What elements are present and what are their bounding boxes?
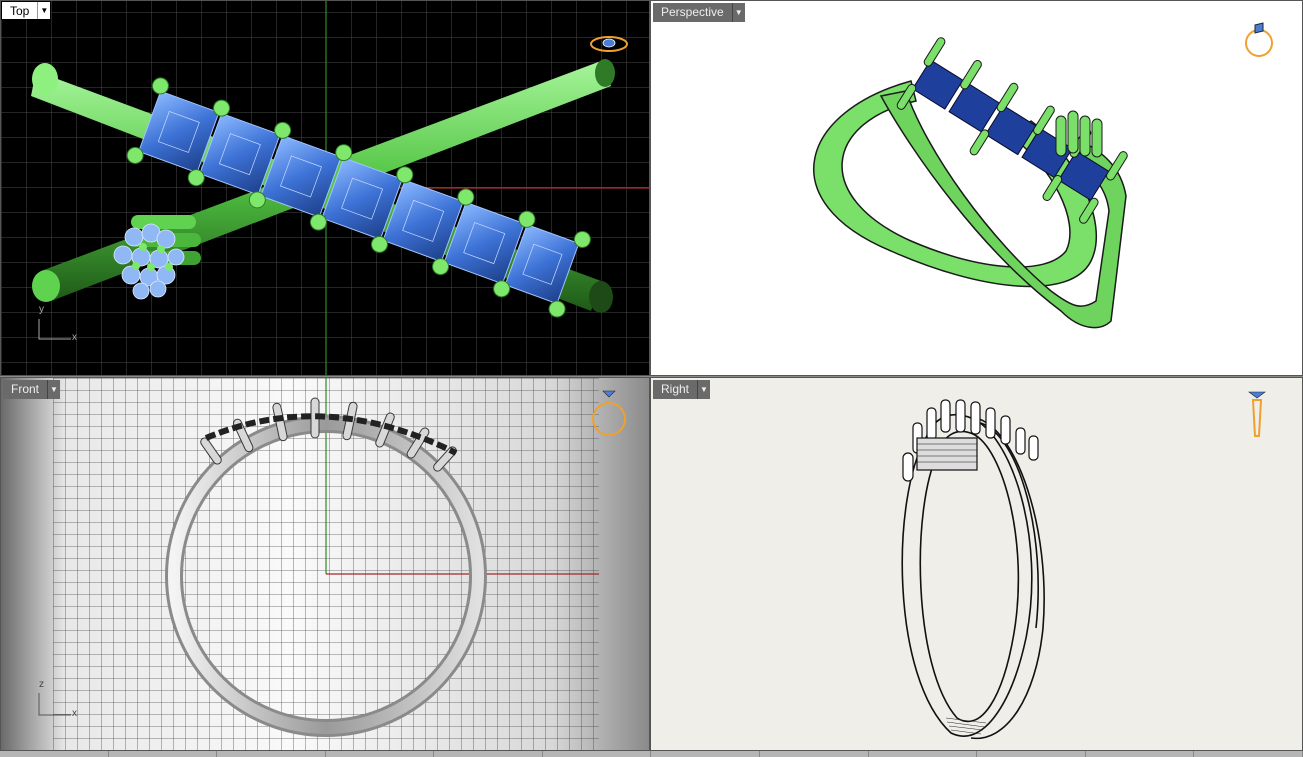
viewport-tab-front[interactable]: Front ▼ (3, 380, 61, 399)
viewport-tab-right[interactable]: Right ▼ (653, 380, 711, 399)
axis-label-y: y (39, 304, 44, 315)
ring-right-view-icon (1248, 391, 1266, 437)
front-view-scene (38, 378, 599, 750)
axis-label-x: x (72, 708, 77, 719)
viewport-front[interactable]: Front ▼ z x (0, 377, 650, 751)
viewport-title: Top (10, 4, 30, 18)
viewport-perspective[interactable]: Perspective ▼ (650, 0, 1303, 376)
ring-top-view-icon (590, 36, 628, 52)
viewport-title: Front (11, 382, 40, 396)
ring-perspective-icon (1245, 22, 1273, 57)
axis-label-x: x (72, 332, 77, 343)
viewport-title: Right (661, 382, 690, 396)
top-view-scene (1, 1, 649, 375)
status-bar (0, 751, 1303, 757)
right-view-scene (901, 399, 1045, 740)
viewport-title: Perspective (661, 5, 724, 19)
chevron-down-icon[interactable]: ▼ (47, 380, 60, 399)
axis-label-z: z (39, 679, 44, 690)
chevron-down-icon[interactable]: ▼ (37, 2, 50, 19)
chevron-down-icon[interactable]: ▼ (731, 3, 745, 22)
viewport-tab-perspective[interactable]: Perspective ▼ (653, 3, 745, 22)
perspective-view-scene (813, 37, 1128, 329)
viewport-tab-top[interactable]: Top ▼ (1, 1, 52, 20)
viewport-right[interactable]: Right ▼ (650, 377, 1303, 751)
viewport-top[interactable]: Top ▼ y x (0, 0, 650, 376)
chevron-down-icon[interactable]: ▼ (697, 380, 710, 399)
ring-front-view-icon (592, 390, 626, 436)
